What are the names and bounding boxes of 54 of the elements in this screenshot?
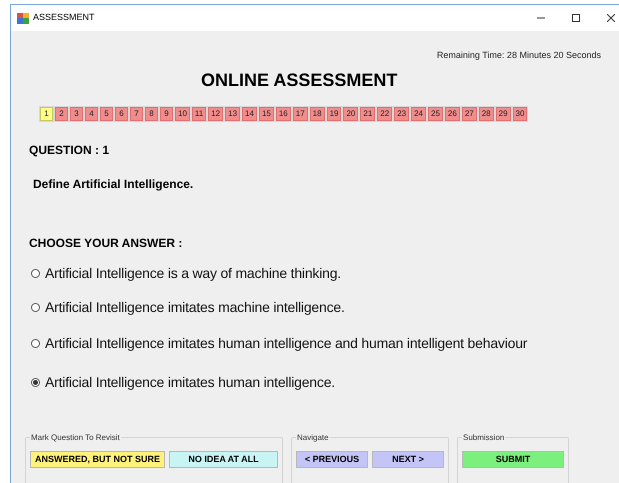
- question-button[interactable]: 20: [343, 107, 358, 121]
- window-title: ASSESSMENT: [33, 11, 95, 24]
- question-button[interactable]: 5: [100, 107, 113, 121]
- question-button[interactable]: 17: [292, 107, 308, 121]
- action-button[interactable]: ANSWERED, BUT NOT SURE: [30, 451, 166, 468]
- question-button[interactable]: 13: [225, 107, 240, 121]
- question-button[interactable]: 28: [478, 107, 494, 121]
- answer-option[interactable]: Artificial Intelligence imitates machine intelligence.: [45, 297, 345, 318]
- remaining-time: Remaining Time: 28 Minutes 20 Seconds: [436, 49, 601, 62]
- question-number: QUESTION : 1: [29, 142, 110, 159]
- answer-option[interactable]: Artificial Intelligence imitates human intelligence.: [45, 372, 335, 393]
- question-button[interactable]: 25: [428, 107, 443, 121]
- answer-option[interactable]: Artificial Intelligence is a way of machine thinking.: [45, 263, 341, 284]
- question-button[interactable]: 19: [326, 107, 342, 121]
- assessment-heading: ONLINE ASSESSMENT: [201, 69, 398, 92]
- question-button[interactable]: 27: [462, 107, 477, 121]
- question-button[interactable]: 30: [512, 107, 528, 121]
- question-button[interactable]: 4: [85, 107, 98, 121]
- question-button[interactable]: 12: [208, 107, 224, 121]
- group-title: Mark Question To Revisit: [30, 432, 121, 444]
- question-button[interactable]: 1: [40, 107, 53, 121]
- action-button[interactable]: SUBMIT: [462, 451, 564, 468]
- question-button[interactable]: 26: [444, 107, 460, 121]
- question-button[interactable]: 16: [276, 107, 291, 121]
- radio-button[interactable]: [31, 378, 40, 387]
- question-button[interactable]: 10: [175, 107, 190, 121]
- question-text: Define Artificial Intelligence.: [33, 176, 194, 193]
- question-button[interactable]: 11: [192, 107, 206, 121]
- question-button[interactable]: 3: [70, 107, 83, 121]
- question-button[interactable]: 21: [360, 107, 376, 121]
- question-button[interactable]: 7: [130, 107, 143, 121]
- question-button[interactable]: 24: [411, 107, 426, 121]
- question-button[interactable]: 8: [145, 107, 158, 121]
- app-icon: [17, 12, 29, 24]
- radio-button[interactable]: [31, 269, 40, 278]
- action-button[interactable]: < PREVIOUS: [296, 451, 368, 468]
- question-button[interactable]: 23: [394, 107, 410, 121]
- action-button[interactable]: NO IDEA AT ALL: [169, 451, 278, 468]
- maximize-icon[interactable]: [572, 14, 580, 22]
- group-title: Navigate: [296, 432, 330, 444]
- close-icon[interactable]: [607, 14, 615, 22]
- question-button[interactable]: 6: [115, 107, 128, 121]
- question-button[interactable]: 22: [377, 107, 392, 121]
- question-button[interactable]: 2: [55, 107, 68, 121]
- question-button[interactable]: 9: [160, 107, 173, 121]
- question-button[interactable]: 14: [242, 107, 257, 121]
- answer-option[interactable]: Artificial Intelligence imitates human intelligence and human intelligent behaviour: [45, 333, 528, 354]
- question-button[interactable]: 18: [310, 107, 325, 121]
- action-button[interactable]: NEXT >: [372, 451, 444, 468]
- radio-button[interactable]: [31, 303, 40, 312]
- question-button[interactable]: 29: [496, 107, 511, 121]
- question-button[interactable]: 15: [258, 107, 274, 121]
- radio-button[interactable]: [31, 339, 40, 348]
- answer-heading: CHOOSE YOUR ANSWER :: [29, 235, 182, 252]
